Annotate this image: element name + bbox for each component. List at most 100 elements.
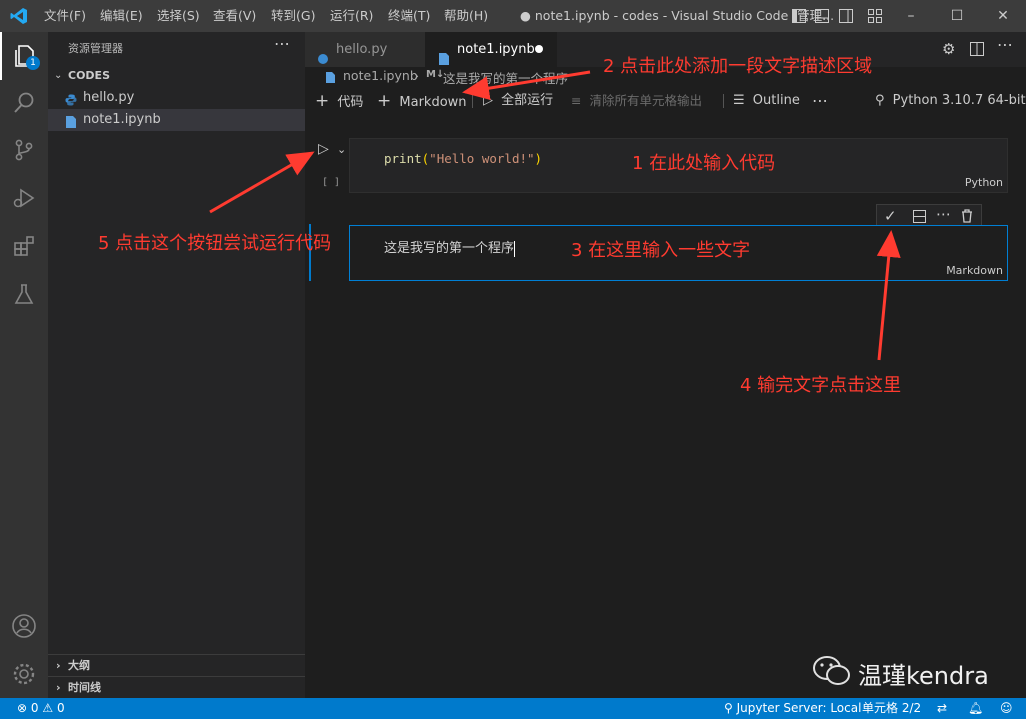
annotation-3: 3 在这里输入一些文字 [571, 240, 751, 261]
code-fn: print [384, 151, 422, 166]
chevron-right-icon: › [414, 68, 419, 83]
breadcrumb-section[interactable]: 这是我写的第一个程序 [443, 68, 568, 87]
code-paren-close: ) [534, 151, 543, 166]
extensions-icon[interactable] [0, 222, 48, 270]
tab-label-hello: hello.py [336, 42, 388, 57]
code-line[interactable]: print("Hello world!") [384, 151, 542, 166]
settings-gear-icon[interactable]: ⚙ [942, 40, 955, 58]
search-icon[interactable] [0, 78, 48, 126]
add-code-button[interactable]: + 代码 [315, 87, 363, 115]
account-icon[interactable] [0, 602, 48, 650]
warning-icon: ⚠ [42, 701, 54, 715]
notebook-file-icon [326, 71, 335, 86]
add-code-label: 代码 [337, 95, 364, 110]
vscode-logo-icon [10, 7, 28, 25]
toggle-sidebar-icon[interactable] [792, 9, 806, 27]
run-all-button[interactable]: ▷ 全部运行 [483, 87, 553, 115]
sync-icon[interactable]: ⇄ [937, 698, 947, 719]
annotation-1: 1 在此处输入代码 [632, 153, 776, 174]
bell-icon[interactable]: 🔔︎ [968, 698, 983, 719]
kernel-picker[interactable]: ⚲ Python 3.10.7 64-bit [875, 87, 1026, 115]
markdown-icon: M↓ [426, 69, 445, 80]
run-debug-icon[interactable] [0, 174, 48, 222]
minimize-icon[interactable]: – [888, 0, 934, 32]
chevron-right-icon: › [56, 659, 61, 672]
close-window-icon[interactable]: ✕ [980, 0, 1026, 32]
settings-gear-icon[interactable] [0, 650, 48, 698]
explorer-more-icon[interactable]: ⋯ [274, 34, 290, 53]
title-bar: 文件(F) 编辑(E) 选择(S) 查看(V) 转到(G) 运行(R) 终端(T… [0, 0, 1026, 32]
markdown-text: 这是我写的第一个程序 [384, 241, 515, 256]
jupyter-server-status[interactable]: ⚲ Jupyter Server: Local [724, 698, 861, 719]
toggle-panel-icon[interactable] [815, 9, 829, 27]
annotation-2: 2 点击此处添加一段文字描述区域 [603, 56, 873, 77]
menu-edit[interactable]: 编辑(E) [100, 0, 143, 32]
source-control-icon[interactable] [0, 126, 48, 174]
clear-outputs-label: 清除所有单元格输出 [589, 93, 702, 108]
menu-view[interactable]: 查看(V) [213, 0, 256, 32]
split-editor-icon[interactable] [970, 42, 984, 60]
maximize-icon[interactable]: ☐ [934, 0, 980, 32]
plus-icon: + [377, 91, 392, 111]
toolbar-more-icon[interactable]: ⋯ [812, 87, 828, 115]
run-all-label: 全部运行 [501, 93, 554, 108]
execution-count: [ ] [322, 177, 341, 188]
outline-button[interactable]: ☰ Outline [733, 87, 800, 115]
folder-label: CODES [68, 69, 110, 82]
kernel-icon: ⚲ [875, 93, 885, 108]
run-cell-icon[interactable]: ▷ [318, 141, 329, 157]
jupyter-label: Jupyter Server: Local [736, 701, 862, 715]
file-label-note1: note1.ipynb [83, 112, 161, 127]
timeline-section[interactable]: › 时间线 [48, 676, 305, 699]
problems-indicator[interactable]: ⊗ 0 ⚠ 0 [17, 698, 65, 719]
file-hello-py[interactable]: hello.py [48, 87, 305, 109]
error-count: 0 [30, 701, 39, 715]
markdown-input[interactable]: 这是我写的第一个程序 [384, 237, 516, 257]
outline-section[interactable]: › 大纲 [48, 654, 305, 677]
cell-more-icon[interactable]: ⋯ [936, 205, 951, 223]
window-title: ● note1.ipynb - codes - Visual Studio Co… [520, 8, 835, 23]
unsaved-dot-icon[interactable] [535, 45, 543, 53]
wechat-logo-icon [812, 655, 852, 691]
error-icon: ⊗ [17, 701, 28, 715]
tab-label-note1: note1.ipynb [457, 42, 535, 57]
breadcrumb-file[interactable]: note1.ipynb [343, 68, 418, 83]
text-cursor [514, 240, 516, 257]
menu-selection[interactable]: 选择(S) [157, 0, 200, 32]
clear-outputs-button[interactable]: ≡ 清除所有单元格输出 [571, 87, 702, 115]
explorer-icon[interactable] [0, 32, 48, 80]
add-markdown-label: Markdown [399, 95, 467, 110]
cell-indicator[interactable]: 单元格 2/2 [862, 698, 921, 719]
menu-terminal[interactable]: 终端(T) [388, 0, 430, 32]
explorer-title: 资源管理器 [68, 42, 123, 55]
feedback-icon[interactable]: ☺ [1000, 698, 1013, 719]
chevron-down-icon[interactable]: ⌄ [337, 143, 346, 156]
check-icon[interactable]: ✓ [884, 207, 897, 225]
annotation-4: 4 输完文字点击这里 [740, 375, 902, 396]
tab-note1-ipynb[interactable]: note1.ipynb [425, 32, 557, 67]
outline-label: 大纲 [68, 659, 90, 672]
timeline-label: 时间线 [68, 681, 101, 694]
explorer-sidebar: 资源管理器 ⋯ ⌄ CODES hello.py note1.ipynb › 大… [48, 32, 305, 698]
menu-file[interactable]: 文件(F) [44, 0, 86, 32]
toggle-secondary-sidebar-icon[interactable] [839, 9, 853, 27]
menu-go[interactable]: 转到(G) [271, 0, 315, 32]
kernel-label: Python 3.10.7 64-bit [892, 93, 1026, 108]
menu-run[interactable]: 运行(R) [330, 0, 373, 32]
cell-language-python[interactable]: Python [965, 176, 1003, 189]
add-markdown-button[interactable]: + Markdown [377, 87, 467, 115]
toolbar-divider [723, 94, 724, 108]
customize-layout-icon[interactable] [868, 9, 882, 27]
tab-hello-py[interactable]: hello.py [305, 32, 425, 67]
explorer-badge: 1 [26, 56, 40, 70]
code-string: "Hello world!" [429, 151, 535, 166]
testing-flask-icon[interactable] [0, 270, 48, 318]
more-actions-icon[interactable]: ⋯ [997, 35, 1013, 54]
clear-all-icon: ≡ [571, 93, 582, 108]
file-note1-ipynb[interactable]: note1.ipynb [48, 109, 305, 131]
cell-language-markdown[interactable]: Markdown [946, 264, 1003, 277]
menu-help[interactable]: 帮助(H) [444, 0, 488, 32]
run-all-icon: ▷ [483, 93, 493, 108]
annotation-5: 5 点击这个按钮尝试运行代码 [98, 233, 332, 254]
folder-codes[interactable]: ⌄ CODES [48, 65, 305, 87]
